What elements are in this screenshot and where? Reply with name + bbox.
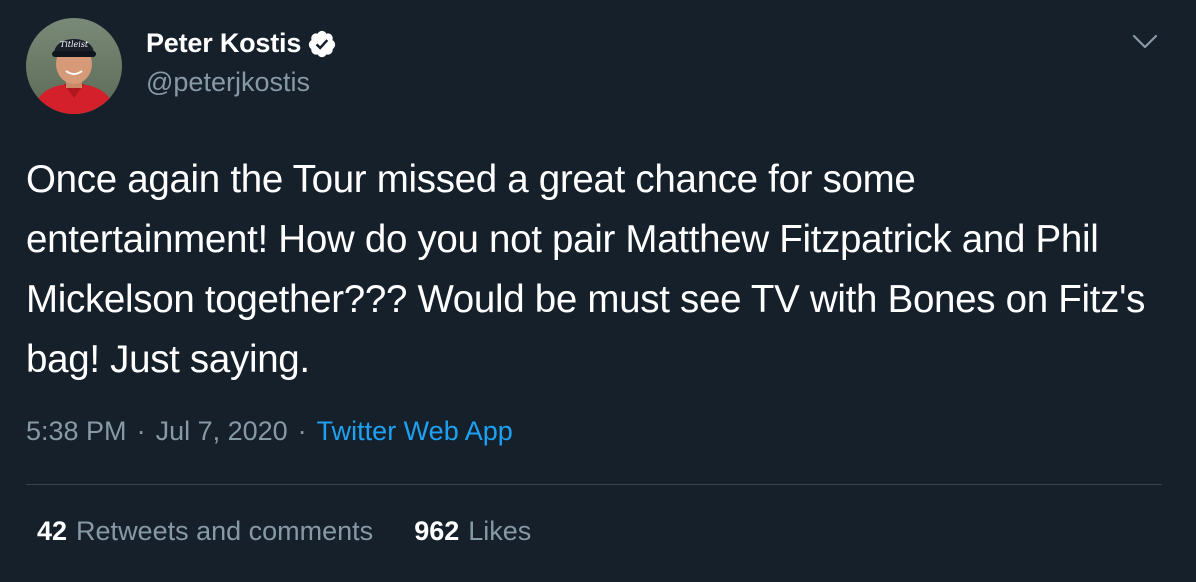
tweet-meta: 5:38 PM · Jul 7, 2020 · Twitter Web App xyxy=(26,416,513,447)
avatar[interactable]: Titleist xyxy=(26,18,122,114)
likes-count: 962 xyxy=(414,516,460,546)
author-name-row: Peter Kostis xyxy=(146,28,337,59)
chevron-down-icon[interactable] xyxy=(1130,30,1160,54)
likes-label: Likes xyxy=(468,516,532,546)
meta-separator: · xyxy=(136,416,146,446)
retweets-stat[interactable]: 42 Retweets and comments xyxy=(37,516,373,547)
tweet-date[interactable]: Jul 7, 2020 xyxy=(156,416,288,447)
verified-badge-icon xyxy=(307,29,337,59)
retweets-count: 42 xyxy=(37,516,68,546)
tweet-source-link[interactable]: Twitter Web App xyxy=(317,416,513,447)
tweet-stats: 42 Retweets and comments 962 Likes xyxy=(37,516,531,547)
tweet-text: Once again the Tour missed a great chanc… xyxy=(26,158,1146,381)
cap-logo: Titleist xyxy=(60,40,89,49)
likes-stat[interactable]: 962 Likes xyxy=(414,516,531,547)
meta-separator: · xyxy=(297,416,307,446)
divider xyxy=(26,484,1162,485)
author-handle[interactable]: @peterjkostis xyxy=(146,67,310,98)
author-display-name[interactable]: Peter Kostis xyxy=(146,28,301,59)
tweet-card: Titleist Peter Kostis @peterjkostis Once… xyxy=(0,0,1196,582)
retweets-label: Retweets and comments xyxy=(76,516,374,546)
golfer-avatar-icon: Titleist xyxy=(26,18,122,114)
tweet-time[interactable]: 5:38 PM xyxy=(26,416,127,447)
